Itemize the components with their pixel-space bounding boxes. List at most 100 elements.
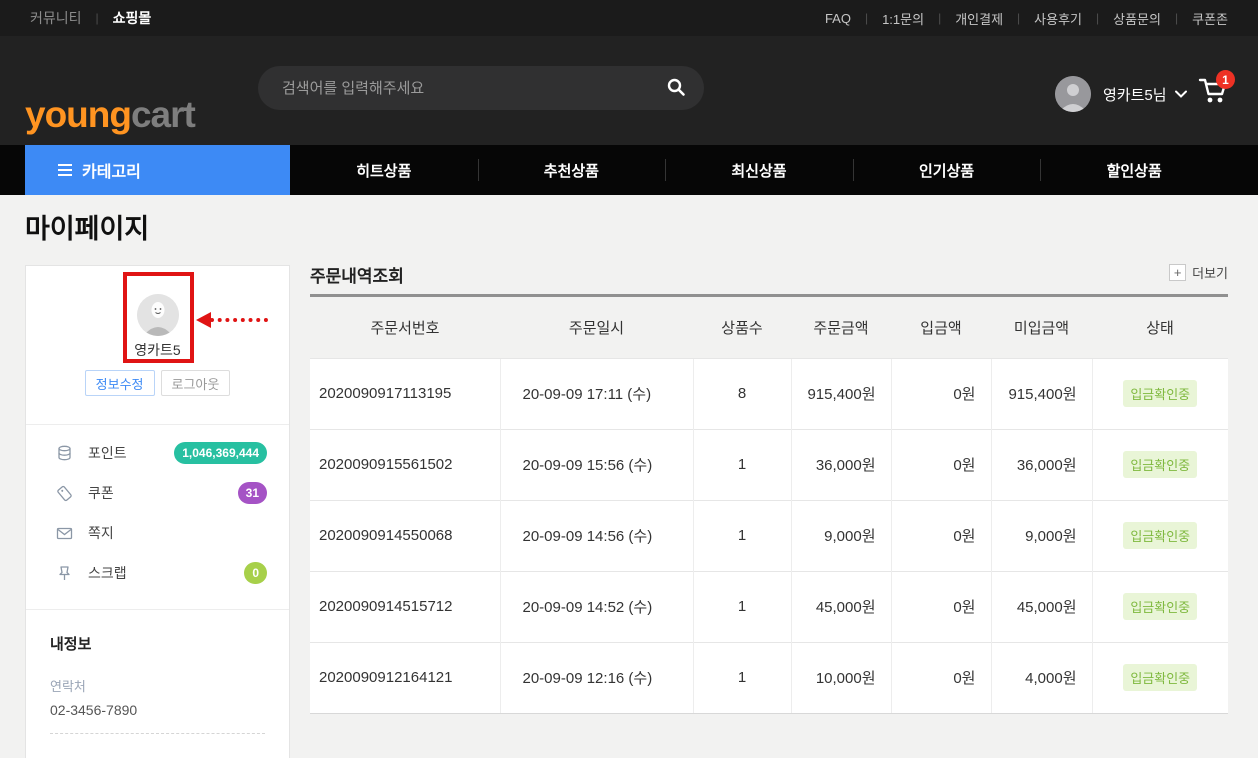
status-badge: 입금확인중 bbox=[1123, 380, 1197, 407]
plus-icon: + bbox=[1169, 264, 1186, 281]
pin-icon bbox=[56, 565, 74, 582]
order-amount: 36,000원 bbox=[791, 429, 891, 500]
inquiry-link[interactable]: 1:1문의 bbox=[882, 9, 924, 28]
order-amount: 915,400원 bbox=[791, 358, 891, 429]
divider: | bbox=[1017, 11, 1020, 25]
cart-button[interactable]: 1 bbox=[1198, 76, 1238, 112]
user-name: 영카트5님 bbox=[1103, 84, 1167, 105]
nav-item-newest[interactable]: 최신상품 bbox=[665, 145, 853, 195]
unpaid-amount: 45,000원 bbox=[991, 571, 1092, 642]
order-amount: 10,000원 bbox=[791, 642, 891, 713]
coupon-zone-link[interactable]: 쿠폰존 bbox=[1192, 9, 1228, 28]
cart-icon bbox=[1198, 93, 1228, 110]
col-order-number: 주문서번호 bbox=[310, 297, 500, 358]
table-row: 2020090917113195 20-09-09 17:11 (수) 8 91… bbox=[310, 358, 1228, 429]
profile-section: 영카트5 정보수정 로그아웃 bbox=[26, 266, 289, 424]
nav-item-discount[interactable]: 할인상품 bbox=[1040, 145, 1228, 195]
order-number[interactable]: 2020090915561502 bbox=[310, 429, 500, 500]
col-item-count: 상품수 bbox=[693, 297, 791, 358]
main-nav: 카테고리 히트상품 추천상품 최신상품 인기상품 할인상품 bbox=[0, 145, 1258, 195]
page-title: 마이페이지 bbox=[25, 207, 149, 246]
item-count: 1 bbox=[693, 571, 791, 642]
nav-item-hit[interactable]: 히트상품 bbox=[290, 145, 478, 195]
nav-item-popular[interactable]: 인기상품 bbox=[853, 145, 1041, 195]
sidebar-item-coupons[interactable]: 쿠폰 31 bbox=[56, 473, 267, 513]
order-date: 20-09-09 15:56 (수) bbox=[500, 429, 693, 500]
order-history-section: 주문내역조회 + 더보기 주문서번호 주문일시 상품수 주문금액 입금액 미입금… bbox=[310, 262, 1228, 714]
col-status: 상태 bbox=[1092, 297, 1228, 358]
unpaid-amount: 4,000원 bbox=[991, 642, 1092, 713]
cart-count-badge: 1 bbox=[1216, 70, 1235, 89]
divider: | bbox=[865, 11, 868, 25]
category-label: 카테고리 bbox=[82, 158, 141, 182]
logout-button[interactable]: 로그아웃 bbox=[161, 370, 231, 396]
col-unpaid-amount: 미입금액 bbox=[991, 297, 1092, 358]
user-avatar-icon bbox=[1055, 76, 1091, 112]
order-date: 20-09-09 14:56 (수) bbox=[500, 500, 693, 571]
product-inquiry-link[interactable]: 상품문의 bbox=[1113, 9, 1161, 28]
unpaid-amount: 36,000원 bbox=[991, 429, 1092, 500]
sidebar-item-points[interactable]: 포인트 1,046,369,444 bbox=[56, 433, 267, 473]
topbar-left: 커뮤니티 | 쇼핑몰 bbox=[30, 8, 151, 28]
points-label: 포인트 bbox=[88, 443, 174, 463]
topbar-right: FAQ | 1:1문의 | 개인결제 | 사용후기 | 상품문의 | 쿠폰존 bbox=[825, 9, 1228, 28]
col-order-date: 주문일시 bbox=[500, 297, 693, 358]
sidebar-menu: 포인트 1,046,369,444 쿠폰 31 쪽지 스크랩 0 bbox=[26, 425, 289, 609]
coupons-label: 쿠폰 bbox=[88, 483, 238, 503]
my-info-section: 내정보 연락처 02-3456-7890 E-Mail Test@test.te… bbox=[26, 610, 289, 758]
status-badge: 입금확인중 bbox=[1123, 664, 1197, 691]
reviews-link[interactable]: 사용후기 bbox=[1034, 9, 1082, 28]
scrap-label: 스크랩 bbox=[88, 563, 244, 583]
divider: | bbox=[1175, 11, 1178, 25]
mall-link[interactable]: 쇼핑몰 bbox=[113, 8, 152, 28]
contact-value: 02-3456-7890 bbox=[50, 702, 265, 718]
community-link[interactable]: 커뮤니티 bbox=[30, 8, 82, 28]
paid-amount: 0원 bbox=[891, 429, 991, 500]
top-utility-bar: 커뮤니티 | 쇼핑몰 FAQ | 1:1문의 | 개인결제 | 사용후기 | 상… bbox=[0, 0, 1258, 36]
divider: | bbox=[1096, 11, 1099, 25]
status-badge: 입금확인중 bbox=[1123, 593, 1197, 620]
coupons-badge: 31 bbox=[238, 482, 267, 504]
sidebar-item-messages[interactable]: 쪽지 bbox=[56, 513, 267, 553]
order-number[interactable]: 2020090914515712 bbox=[310, 571, 500, 642]
paid-amount: 0원 bbox=[891, 571, 991, 642]
profile-buttons: 정보수정 로그아웃 bbox=[26, 370, 289, 396]
contact-label: 연락처 bbox=[50, 676, 265, 695]
table-row: 2020090912164121 20-09-09 12:16 (수) 1 10… bbox=[310, 642, 1228, 713]
site-header: youngcart 영카트5님 1 bbox=[0, 36, 1258, 145]
item-count: 8 bbox=[693, 358, 791, 429]
personal-payment-link[interactable]: 개인결제 bbox=[955, 9, 1003, 28]
order-amount: 45,000원 bbox=[791, 571, 891, 642]
more-button[interactable]: + 더보기 bbox=[1169, 263, 1228, 282]
search-button[interactable] bbox=[666, 77, 686, 100]
logo[interactable]: youngcart bbox=[25, 94, 195, 136]
logo-part1: young bbox=[25, 94, 131, 135]
more-label: 더보기 bbox=[1192, 263, 1228, 282]
table-row: 2020090914515712 20-09-09 14:52 (수) 1 45… bbox=[310, 571, 1228, 642]
col-order-amount: 주문금액 bbox=[791, 297, 891, 358]
divider bbox=[50, 733, 265, 734]
search-input[interactable] bbox=[282, 80, 666, 97]
mail-icon bbox=[56, 525, 74, 542]
paid-amount: 0원 bbox=[891, 358, 991, 429]
item-count: 1 bbox=[693, 642, 791, 713]
status-badge: 입금확인중 bbox=[1123, 522, 1197, 549]
faq-link[interactable]: FAQ bbox=[825, 11, 851, 26]
order-number[interactable]: 2020090912164121 bbox=[310, 642, 500, 713]
divider: | bbox=[938, 11, 941, 25]
category-button[interactable]: 카테고리 bbox=[25, 145, 290, 195]
order-date: 20-09-09 12:16 (수) bbox=[500, 642, 693, 713]
order-number[interactable]: 2020090914550068 bbox=[310, 500, 500, 571]
order-date: 20-09-09 14:52 (수) bbox=[500, 571, 693, 642]
coins-icon bbox=[56, 445, 74, 462]
order-number[interactable]: 2020090917113195 bbox=[310, 358, 500, 429]
profile-name: 영카트5 bbox=[26, 340, 289, 360]
user-menu[interactable]: 영카트5님 bbox=[1055, 76, 1187, 112]
sidebar-item-scrap[interactable]: 스크랩 0 bbox=[56, 553, 267, 593]
item-count: 1 bbox=[693, 500, 791, 571]
order-history-title: 주문내역조회 bbox=[310, 267, 404, 286]
nav-item-recommend[interactable]: 추천상품 bbox=[478, 145, 666, 195]
table-row: 2020090914550068 20-09-09 14:56 (수) 1 9,… bbox=[310, 500, 1228, 571]
paid-amount: 0원 bbox=[891, 642, 991, 713]
edit-info-button[interactable]: 정보수정 bbox=[85, 370, 155, 396]
